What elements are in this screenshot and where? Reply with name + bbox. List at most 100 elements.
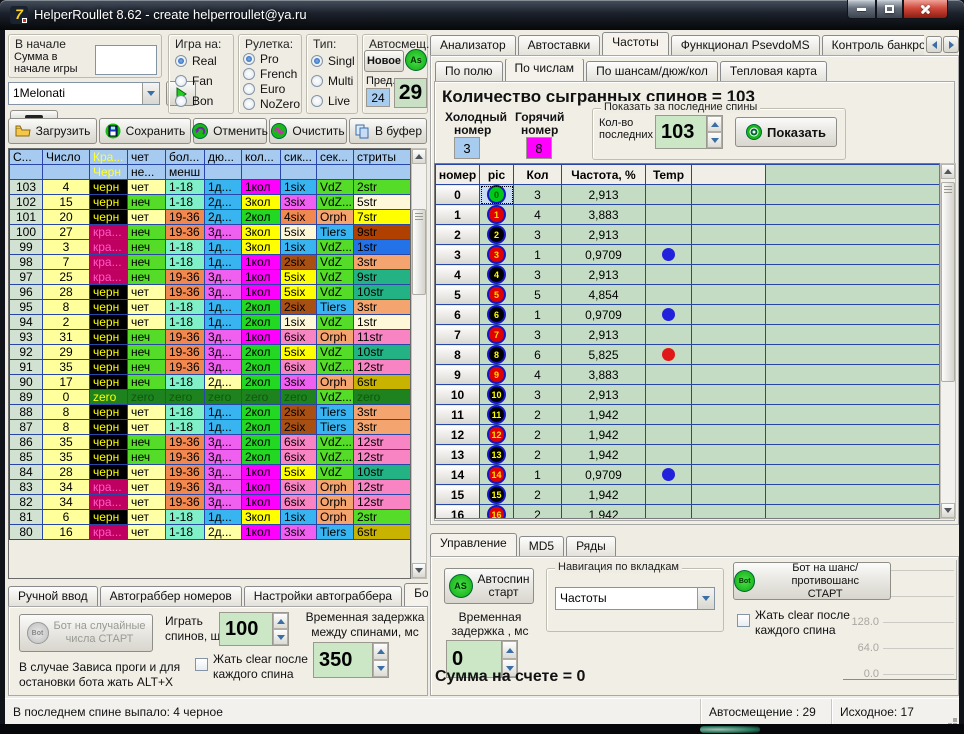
frequency-temp-cell[interactable]: [646, 505, 692, 520]
history-cell[interactable]: неч: [128, 375, 166, 390]
frequency-temp-cell[interactable]: [646, 425, 692, 445]
history-cell[interactable]: 19-36: [166, 225, 205, 240]
spins-up-button[interactable]: [273, 613, 288, 629]
last-spins-down-button[interactable]: [707, 132, 722, 148]
history-spin-cell[interactable]: 82: [10, 495, 43, 510]
history-spin-cell[interactable]: 102: [10, 195, 43, 210]
history-cell[interactable]: Tiers: [317, 405, 354, 420]
history-cell[interactable]: zero: [90, 390, 128, 405]
history-cell[interactable]: 1д...: [205, 180, 242, 195]
frequency-number-cell[interactable]: 3: [436, 245, 480, 265]
history-spin-cell[interactable]: 93: [10, 330, 43, 345]
history-cell[interactable]: кра...: [90, 255, 128, 270]
frequency-percent-cell[interactable]: 1,942: [562, 425, 646, 445]
history-number-cell[interactable]: 34: [43, 495, 90, 510]
history-cell[interactable]: 3д...: [205, 495, 242, 510]
history-spin-cell[interactable]: 83: [10, 480, 43, 495]
history-spin-cell[interactable]: 101: [10, 210, 43, 225]
history-cell[interactable]: Orph: [317, 330, 354, 345]
history-number-cell[interactable]: 35: [43, 360, 90, 375]
radio-french[interactable]: French: [243, 67, 301, 81]
tab-автограббер-номеров[interactable]: Автограббер номеров: [100, 586, 242, 606]
frequency-percent-cell[interactable]: 0,9709: [562, 465, 646, 485]
history-cell[interactable]: 2str: [354, 510, 412, 525]
history-cell[interactable]: 1-18: [166, 420, 205, 435]
history-cell[interactable]: 2six: [281, 420, 317, 435]
history-spin-cell[interactable]: 100: [10, 225, 43, 240]
history-scrollbar[interactable]: [411, 148, 427, 579]
history-cell[interactable]: 5six: [281, 345, 317, 360]
frequency-count-cell[interactable]: 5: [514, 285, 562, 305]
frequency-temp-cell[interactable]: [646, 265, 692, 285]
history-number-cell[interactable]: 34: [43, 480, 90, 495]
history-cell[interactable]: 19-36: [166, 360, 205, 375]
frequency-pic-cell[interactable]: 1: [480, 205, 514, 225]
history-cell[interactable]: 2кол: [242, 210, 281, 225]
history-cell[interactable]: VdZ: [317, 315, 354, 330]
history-cell[interactable]: 2кол: [242, 345, 281, 360]
history-number-cell[interactable]: 27: [43, 225, 90, 240]
frequency-percent-cell[interactable]: 1,942: [562, 505, 646, 520]
history-number-cell[interactable]: 35: [43, 435, 90, 450]
history-cell[interactable]: 1-18: [166, 255, 205, 270]
frequency-extra-cell[interactable]: [692, 305, 766, 325]
history-number-cell[interactable]: 20: [43, 210, 90, 225]
frequency-extra-cell[interactable]: [692, 345, 766, 365]
history-cell[interactable]: черн: [90, 180, 128, 195]
frequency-percent-cell[interactable]: 0,9709: [562, 305, 646, 325]
frequency-percent-cell[interactable]: 2,913: [562, 325, 646, 345]
history-cell[interactable]: черн: [90, 465, 128, 480]
history-cell[interactable]: 3six: [281, 375, 317, 390]
history-cell[interactable]: неч: [128, 255, 166, 270]
radio-multi[interactable]: Multi: [311, 74, 357, 88]
history-cell[interactable]: 19-36: [166, 330, 205, 345]
frequency-count-cell[interactable]: 2: [514, 405, 562, 425]
frequency-percent-cell[interactable]: 1,942: [562, 445, 646, 465]
history-cell[interactable]: 2кол: [242, 300, 281, 315]
history-cell[interactable]: 10str: [354, 465, 412, 480]
frequency-extra-cell[interactable]: [692, 225, 766, 245]
history-cell[interactable]: 1-18: [166, 300, 205, 315]
history-cell[interactable]: черн: [90, 195, 128, 210]
frequency-extra-cell[interactable]: [692, 325, 766, 345]
history-cell[interactable]: 1д...: [205, 255, 242, 270]
frequency-number-cell[interactable]: 6: [436, 305, 480, 325]
radio-euro[interactable]: Euro: [243, 82, 301, 96]
history-number-cell[interactable]: 17: [43, 375, 90, 390]
history-cell[interactable]: 3кол: [242, 195, 281, 210]
history-cell[interactable]: 1-18: [166, 240, 205, 255]
history-cell[interactable]: 2six: [281, 405, 317, 420]
frequency-temp-cell[interactable]: [646, 305, 692, 325]
history-cell[interactable]: 1six: [281, 240, 317, 255]
history-cell[interactable]: 1кол: [242, 465, 281, 480]
history-cell[interactable]: 3кол: [242, 240, 281, 255]
history-cell[interactable]: чет: [128, 465, 166, 480]
history-cell[interactable]: чет: [128, 300, 166, 315]
history-cell[interactable]: 12str: [354, 480, 412, 495]
frequency-pic-cell[interactable]: 11: [480, 405, 514, 425]
history-number-cell[interactable]: 28: [43, 465, 90, 480]
history-cell[interactable]: 19-36: [166, 450, 205, 465]
history-cell[interactable]: 2кол: [242, 405, 281, 420]
history-cell[interactable]: 3str: [354, 420, 412, 435]
history-cell[interactable]: 1-18: [166, 195, 205, 210]
history-cell[interactable]: неч: [128, 195, 166, 210]
history-cell[interactable]: 3кол: [242, 510, 281, 525]
history-cell[interactable]: черн: [90, 435, 128, 450]
copy-buffer-button[interactable]: В буфер: [349, 118, 427, 144]
frequency-temp-cell[interactable]: [646, 285, 692, 305]
history-cell[interactable]: 6six: [281, 360, 317, 375]
tab-тепловая-карта[interactable]: Тепловая карта: [720, 61, 827, 81]
history-cell[interactable]: Orph: [317, 480, 354, 495]
history-cell[interactable]: 1six: [281, 180, 317, 195]
history-cell[interactable]: неч: [128, 450, 166, 465]
history-spin-cell[interactable]: 103: [10, 180, 43, 195]
history-number-cell[interactable]: 6: [43, 510, 90, 525]
history-spin-cell[interactable]: 80: [10, 525, 43, 540]
history-cell[interactable]: черн: [90, 450, 128, 465]
frequency-extra-cell[interactable]: [692, 485, 766, 505]
history-cell[interactable]: 19-36: [166, 210, 205, 225]
new-button[interactable]: Новое: [364, 50, 404, 72]
frequency-count-cell[interactable]: 1: [514, 245, 562, 265]
history-spin-cell[interactable]: 91: [10, 360, 43, 375]
